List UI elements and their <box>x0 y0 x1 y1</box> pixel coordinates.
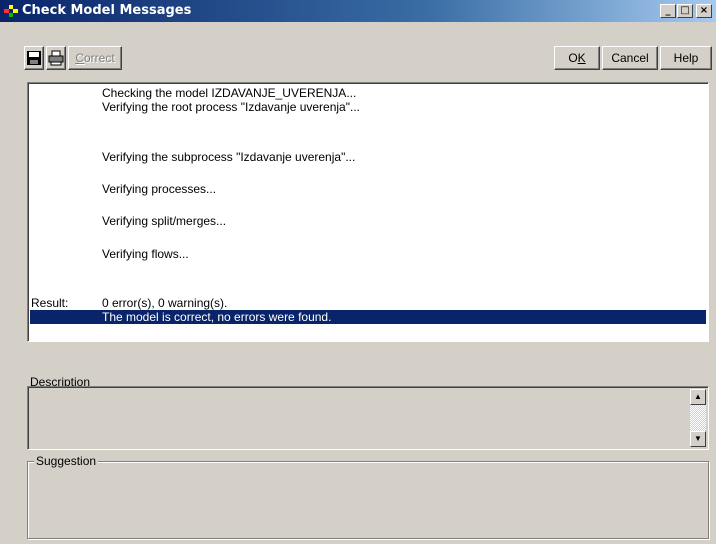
help-button-label: Help <box>673 51 699 65</box>
message-line[interactable]: Verifying the subprocess "Izdavanje uver… <box>102 150 355 164</box>
scroll-down-arrow-icon[interactable]: ▼ <box>690 431 706 447</box>
ok-button[interactable]: OK <box>554 46 600 70</box>
message-line[interactable]: Verifying the root process "Izdavanje uv… <box>102 100 360 114</box>
scroll-up-arrow-icon[interactable]: ▲ <box>690 389 706 405</box>
title-bar[interactable]: Check Model Messages _ □ × <box>0 0 716 22</box>
close-button[interactable]: × <box>696 4 712 18</box>
selected-message-row[interactable]: The model is correct, no errors were fou… <box>30 310 706 324</box>
cancel-button[interactable]: Cancel <box>602 46 658 70</box>
message-line[interactable]: Verifying processes... <box>102 182 216 196</box>
save-button[interactable] <box>24 46 44 70</box>
description-scrollbar[interactable]: ▲ ▼ <box>690 389 706 447</box>
window-title: Check Model Messages <box>22 3 192 18</box>
floppy-disk-icon <box>27 51 41 65</box>
printer-icon <box>48 50 64 66</box>
ok-button-label: OK <box>568 51 586 65</box>
minimize-button[interactable]: _ <box>660 4 676 18</box>
help-button[interactable]: Help <box>660 46 712 70</box>
app-icon <box>4 5 18 17</box>
message-line[interactable]: Verifying flows... <box>102 247 189 261</box>
message-line[interactable]: Verifying split/merges... <box>102 214 226 228</box>
scroll-track[interactable] <box>690 405 706 431</box>
suggestion-label: Suggestion <box>34 454 99 468</box>
result-text[interactable]: 0 error(s), 0 warning(s). <box>102 296 227 310</box>
final-message: The model is correct, no errors were fou… <box>102 310 332 324</box>
description-box[interactable]: ▲ ▼ <box>27 386 709 450</box>
print-button[interactable] <box>46 46 66 70</box>
correct-button-label: Correct <box>75 51 115 65</box>
suggestion-box <box>27 461 709 539</box>
result-label: Result: <box>31 296 69 310</box>
message-line[interactable]: Checking the model IZDAVANJE_UVERENJA... <box>102 86 356 100</box>
correct-button[interactable]: Correct <box>68 46 122 70</box>
maximize-button[interactable]: □ <box>677 4 693 18</box>
messages-list[interactable]: Checking the model IZDAVANJE_UVERENJA...… <box>27 82 709 342</box>
cancel-button-label: Cancel <box>611 51 649 65</box>
